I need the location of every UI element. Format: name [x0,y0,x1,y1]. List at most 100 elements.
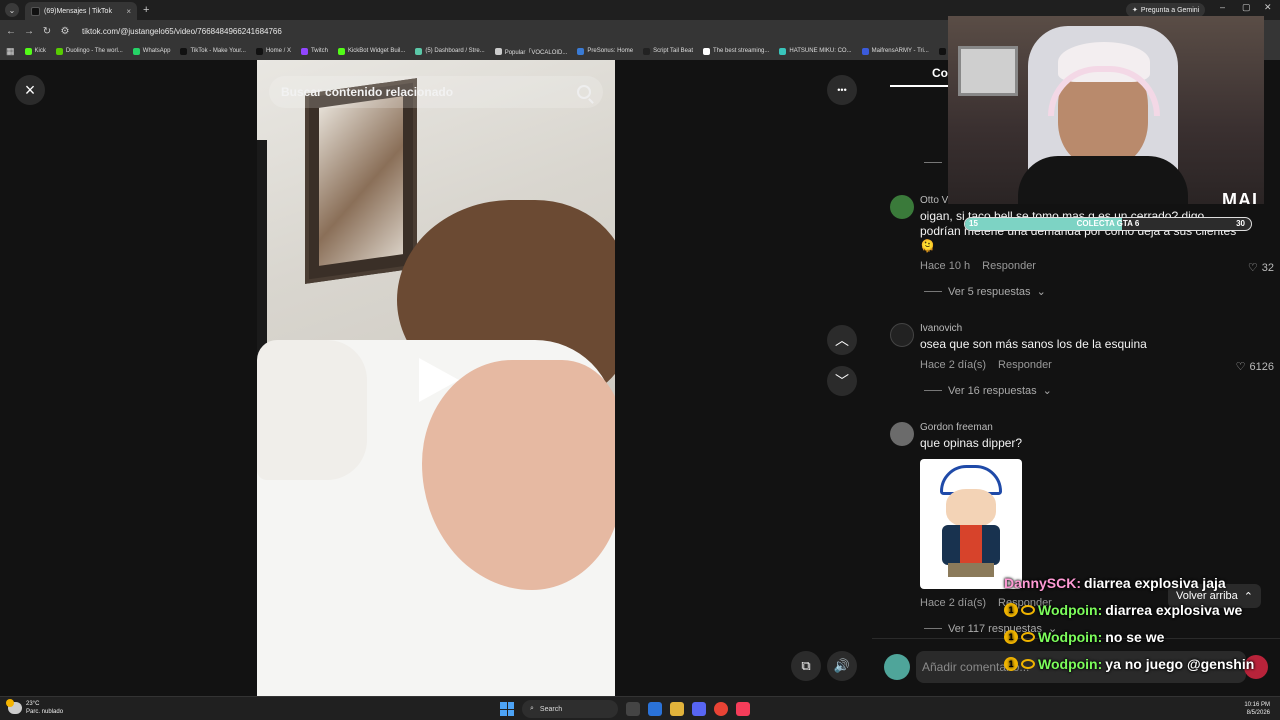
bookmark-item[interactable]: Script Tail Beat [643,47,693,55]
heart-icon: ♡ [1235,361,1246,373]
taskbar-apps: ⌕ Search [500,700,750,718]
close-icon: × [24,79,36,100]
bookmark-favicon-icon [132,47,140,55]
new-tab-button[interactable]: + [143,4,149,16]
like-count: 6126 [1249,360,1274,373]
browser-tab[interactable]: (69)Mensajes | TikTok × [25,2,137,20]
bookmark-item[interactable]: Popular「VOCALOID... [494,47,567,56]
like-button[interactable]: ♡ 6126 [1235,360,1274,374]
next-video-button[interactable]: ﹀ [827,366,857,396]
eye-badge-icon [1021,659,1035,669]
reply-button[interactable]: Responder [982,260,1036,272]
avatar[interactable] [890,195,914,219]
bookmark-item[interactable]: Twitch [300,47,328,55]
avatar[interactable] [890,422,914,446]
bookmark-item[interactable]: (5) Dashboard / Stre... [415,47,485,55]
discord-icon[interactable] [692,702,706,716]
comment-image-dipper[interactable] [920,459,1022,589]
bookmark-item[interactable]: TikTok - Make Your... [180,47,246,55]
window-close-button[interactable]: ✕ [1264,2,1272,13]
section-divider [924,162,942,163]
bookmark-favicon-icon [938,47,946,55]
chevron-up-icon: ︿ [835,332,849,348]
play-icon[interactable] [419,358,459,402]
clock-date: 8/5/2026 [1246,710,1270,716]
bookmark-item[interactable]: KickBot Widget Buil... [337,47,406,55]
view-replies-button[interactable]: Ver 5 respuestas ⌄ [924,285,1046,298]
close-tab-icon[interactable]: × [126,7,131,16]
minimize-button[interactable]: – [1220,2,1225,12]
chevron-down-icon: ﹀ [835,373,849,389]
bookmark-item[interactable]: HATSUNE MIKU: CO... [779,47,852,55]
bookmark-favicon-icon [55,47,63,55]
tab-title: (69)Mensajes | TikTok [44,7,112,15]
chat-message: 1 Wodpoin: ya no juego @genshin [1004,656,1254,672]
temperature: 23°C [26,701,40,707]
bookmark-item[interactable]: Kick [24,47,46,55]
windows-start-icon[interactable] [500,702,514,716]
more-icon: ••• [837,85,847,95]
previous-video-button[interactable]: ︿ [827,325,857,355]
bookmark-label: HATSUNE MIKU: CO... [789,48,852,54]
task-view-icon[interactable] [626,702,640,716]
bookmark-item[interactable]: PreSonus: Home [577,47,634,55]
reload-icon[interactable]: ↻ [40,26,54,37]
taskbar-search[interactable]: ⌕ Search [522,700,618,718]
gemini-button[interactable]: ✦ Pregunta a Gemini [1126,3,1206,17]
windows-taskbar: 23°C Parc. nublado ⌕ Search 10:16 PM 8/5… [0,696,1280,720]
donation-goal-bar: 15 COLECTA GTA 6 30 [964,217,1252,231]
eye-badge-icon [1021,605,1035,615]
streamer-tshirt [1018,156,1188,204]
chat-text: diarrea explosiva jaja [1084,575,1226,591]
site-info-icon[interactable]: ⚙ [58,26,72,37]
comment-username[interactable]: Gordon freeman [920,422,993,433]
tab-search-button[interactable]: ⌄ [5,3,19,17]
tiktok-video-page: × Buscar contenido relacionado ••• ︿ ﹀ ⧉… [0,16,1280,696]
weather-widget[interactable]: 23°C Parc. nublado [6,699,63,716]
stream-logo: MAI [1222,190,1258,204]
related-search-input[interactable]: Buscar contenido relacionado [269,76,603,108]
eye-badge-icon [1021,632,1035,642]
apps-grid-icon[interactable]: ▦ [6,46,15,57]
like-button[interactable]: ♡ 32 [1248,261,1274,275]
bookmark-label: KickBot Widget Buil... [347,48,406,54]
forward-icon[interactable]: → [22,26,36,37]
chat-message: 1 Wodpoin: diarrea explosiva we [1004,602,1242,618]
bookmark-item[interactable]: Duolingo - The worl... [55,47,123,55]
maximize-button[interactable]: ▢ [1242,2,1251,13]
search-icon[interactable] [577,85,591,99]
chat-message: 1 Wodpoin: no se we [1004,629,1164,645]
close-video-button[interactable]: × [15,75,45,105]
chevron-down-icon: ⌄ [1036,286,1046,298]
goal-label: COLECTA GTA 6 [1076,219,1140,228]
chat-username: Wodpoin: [1038,629,1103,645]
avatar[interactable] [890,323,914,347]
view-replies-button[interactable]: Ver 16 respuestas ⌄ [924,384,1052,397]
comment-meta: Hace 10 h Responder [920,260,1036,272]
back-icon[interactable]: ← [4,26,18,37]
volume-button[interactable]: 🔊 [827,651,857,681]
bookmark-item[interactable]: WhatsApp [132,47,170,55]
chrome-icon[interactable] [714,702,728,716]
comment-username[interactable]: Ivanovich [920,323,962,334]
bookmark-label: PreSonus: Home [587,48,634,54]
view-replies-label: Ver 5 respuestas [948,285,1031,298]
bookmark-favicon-icon [24,47,32,55]
clock-time: 10:16 PM [1244,702,1270,708]
bookmark-item[interactable]: MaifrensARMY - Tri... [861,47,929,55]
music-app-icon[interactable] [736,702,750,716]
url-field[interactable]: tiktok.com/@justangelo65/video/766848496… [82,27,282,36]
video-player[interactable]: Buscar contenido relacionado [257,60,615,696]
system-clock[interactable]: 10:16 PM 8/5/2026 [1244,701,1270,717]
bookmark-label: Kick [34,48,46,54]
bookmark-label: MaifrensARMY - Tri... [871,48,929,54]
bookmark-item[interactable]: The best streaming... [703,47,769,55]
bookmark-item[interactable]: Home / X [255,47,291,55]
edge-icon[interactable] [648,702,662,716]
pip-button[interactable]: ⧉ [791,651,821,681]
bookmark-favicon-icon [703,47,711,55]
chat-username: DannySCK: [1004,575,1082,591]
reply-button[interactable]: Responder [998,359,1052,371]
more-options-button[interactable]: ••• [827,75,857,105]
file-explorer-icon[interactable] [670,702,684,716]
